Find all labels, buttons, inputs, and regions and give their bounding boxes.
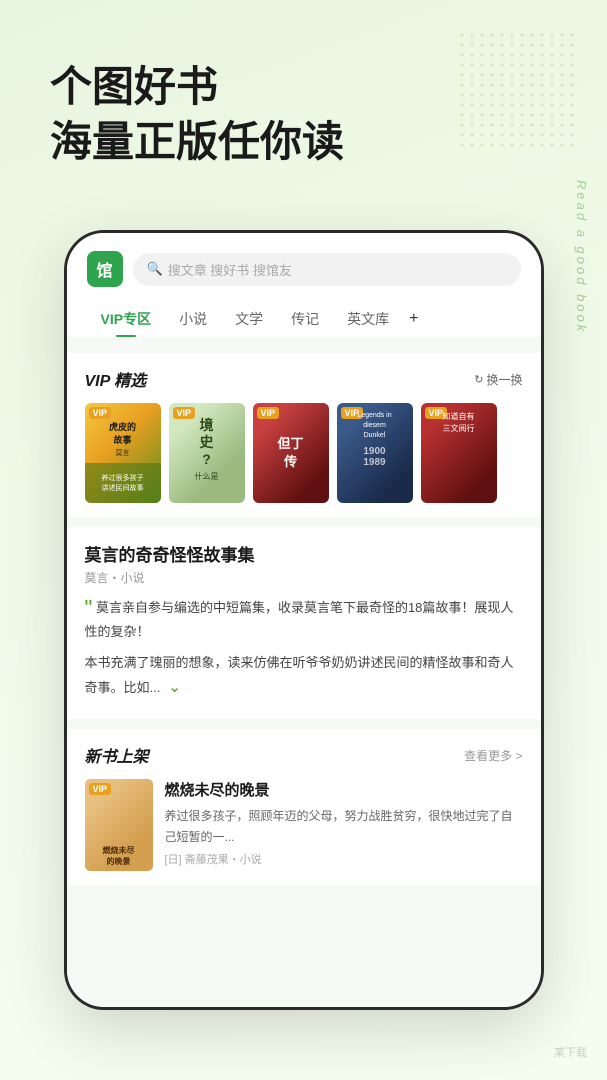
book-cover-1[interactable]: VIP 虎皮的故事 莫言 养过很多孩子讲述民间故事 — [85, 403, 161, 503]
side-text: Read a good book — [574, 180, 589, 334]
new-book-meta-1: [日] 斋藤茂果・小说 — [165, 851, 523, 867]
expand-icon[interactable]: ⌄ — [168, 674, 181, 703]
tab-literature[interactable]: 文学 — [221, 301, 277, 337]
nav-plus-button[interactable]: + — [409, 310, 418, 328]
feature-section: 莫言的奇奇怪怪故事集 莫言・小说 " 莫言亲自参与编选的中短篇集，收录莫言笔下最… — [67, 527, 541, 719]
dots-decoration — [457, 30, 577, 150]
app-header: 馆 🔍 搜文章 搜好书 搜馆友 VIP专区 小说 文学 传记 英文库 + — [67, 233, 541, 337]
new-section-header: 新书上架 查看更多 > — [85, 743, 523, 767]
new-book-title-1: 燃烧未尽的晚景 — [165, 779, 523, 800]
new-books-section: 新书上架 查看更多 > VIP 燃烧未尽的晚景 燃烧未尽的晚景 养过很多孩子， — [67, 729, 541, 885]
app-content: 馆 🔍 搜文章 搜好书 搜馆友 VIP专区 小说 文学 传记 英文库 + — [67, 233, 541, 1007]
new-vip-badge: VIP — [89, 783, 112, 795]
feature-title: 莫言的奇奇怪怪故事集 — [85, 541, 523, 566]
new-book-cover-1: VIP 燃烧未尽的晚景 — [85, 779, 153, 871]
vip-section-title: VIP 精选 — [85, 367, 147, 391]
search-icon: 🔍 — [147, 261, 163, 277]
app-logo: 馆 — [87, 251, 123, 287]
feature-desc-2: 本书充满了瑰丽的想象，读来仿佛在听爷爷奶奶讲述民间的精怪故事和奇人奇事。比如..… — [85, 651, 523, 703]
tab-english[interactable]: 英文库 — [333, 301, 403, 337]
nav-tabs: VIP专区 小说 文学 传记 英文库 + — [87, 301, 521, 337]
tab-biography[interactable]: 传记 — [277, 301, 333, 337]
book-cover-4[interactable]: VIP Legends indiesemDunkel 19001989 — [337, 403, 413, 503]
refresh-icon: ↻ — [474, 373, 483, 386]
vip-section-header: VIP 精选 ↻ 换一换 — [85, 367, 523, 391]
book-cover-2[interactable]: VIP 境史? 什么是 — [169, 403, 245, 503]
refresh-button[interactable]: ↻ 换一换 — [474, 371, 522, 388]
new-book-info-1: 燃烧未尽的晚景 养过很多孩子，照顾年迈的父母，努力战胜贫穷，很快地过完了自己短暂… — [165, 779, 523, 867]
vip-badge-3: VIP — [257, 407, 280, 419]
phone-mockup: 馆 🔍 搜文章 搜好书 搜馆友 VIP专区 小说 文学 传记 英文库 + — [64, 230, 544, 1010]
new-section-title: 新书上架 — [85, 743, 149, 767]
new-book-item-1[interactable]: VIP 燃烧未尽的晚景 燃烧未尽的晚景 养过很多孩子，照顾年迈的父母，努力战胜贫… — [85, 779, 523, 871]
new-book-desc-1: 养过很多孩子，照顾年迈的父母，努力战胜贫穷，很快地过完了自己短暂的一... — [165, 806, 523, 847]
tab-vip[interactable]: VIP专区 — [87, 301, 166, 337]
refresh-label: 换一换 — [486, 371, 522, 388]
tab-novel[interactable]: 小说 — [165, 301, 221, 337]
vip-books-row: VIP 虎皮的故事 莫言 养过很多孩子讲述民间故事 VIP — [85, 403, 523, 503]
header-top: 馆 🔍 搜文章 搜好书 搜馆友 — [87, 251, 521, 287]
feature-author: 莫言・小说 — [85, 569, 523, 586]
search-bar[interactable]: 🔍 搜文章 搜好书 搜馆友 — [133, 253, 521, 286]
phone-wrapper: 馆 🔍 搜文章 搜好书 搜馆友 VIP专区 小说 文学 传记 英文库 + — [64, 230, 544, 1010]
search-placeholder: 搜文章 搜好书 搜馆友 — [168, 260, 292, 279]
book-cover-5[interactable]: VIP 知道自有三文阅行 — [421, 403, 497, 503]
watermark: 某下载 — [554, 1044, 587, 1060]
vip-section: VIP 精选 ↻ 换一换 VIP 虎皮的故事 莫言 — [67, 353, 541, 517]
app-main: VIP 精选 ↻ 换一换 VIP 虎皮的故事 莫言 — [67, 337, 541, 1001]
see-more-button[interactable]: 查看更多 > — [464, 747, 522, 764]
quote-mark-1: " — [85, 596, 93, 621]
book-cover-3[interactable]: VIP 但丁传 — [253, 403, 329, 503]
feature-desc-1: " 莫言亲自参与编选的中短篇集，收录莫言笔下最奇怪的18篇故事！展现人性的复杂！ — [85, 596, 523, 643]
